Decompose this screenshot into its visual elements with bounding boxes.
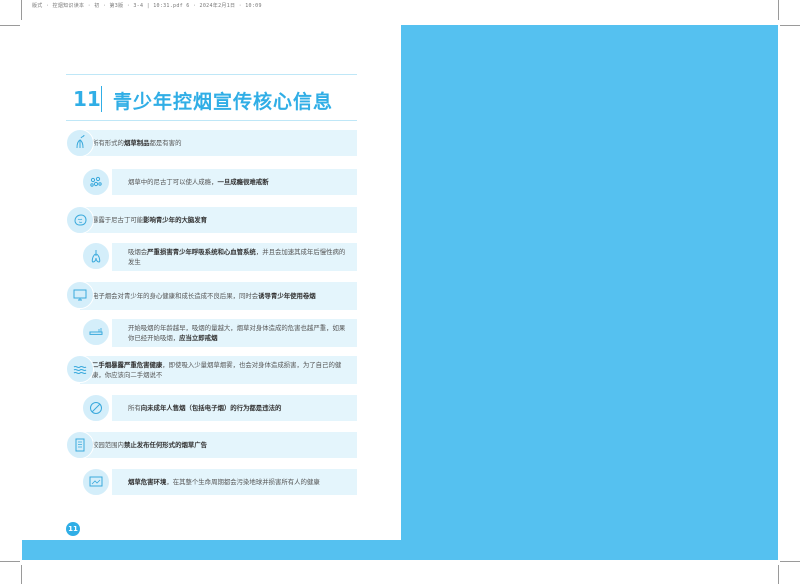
smoke-waves-icon (66, 355, 94, 383)
crop-mark (0, 25, 20, 26)
info-text: 电子烟会对青少年的身心健康和成长造成不良后果，同时会诱导青少年使用卷烟 (80, 282, 357, 310)
monitor-icon (66, 281, 94, 309)
info-text-emphasis: 应当立即戒烟 (179, 334, 218, 342)
info-text-content: 校园范围内禁止发布任何形式的烟草广告 (92, 440, 207, 450)
page-title: 青少年控烟宣传核心信息 (113, 91, 334, 113)
info-text-content: 烟草中的尼古丁可以使人成瘾，一旦成瘾很难戒断 (128, 177, 269, 187)
crop-mark (780, 561, 800, 562)
info-text-content: 电子烟会对青少年的身心健康和成长造成不良后果，同时会诱导青少年使用卷烟 (92, 291, 316, 301)
info-text-emphasis: 影响青少年的大脑发育 (143, 216, 208, 224)
info-text-emphasis: 严重损害青少年呼吸系统和心血管系统 (147, 248, 256, 256)
crop-mark (21, 0, 22, 20)
crop-mark (778, 565, 779, 584)
info-text-emphasis: 二手烟暴露严重危害健康 (92, 361, 163, 369)
title-top-rule (66, 74, 357, 75)
section-number: 11 (73, 87, 101, 111)
info-text-content: 开始吸烟的年龄越早，吸烟的量越大，烟草对身体造成的危害也越严重，如果你已经开始吸… (128, 323, 349, 343)
molecule-icon (82, 168, 110, 196)
info-text: 所有向未成年人售烟（包括电子烟）的行为都是违法的 (112, 395, 357, 421)
info-text-regular: 校园范围内 (92, 441, 124, 449)
info-text-content: 吸烟会严重损害青少年呼吸系统和心血管系统，并且会加速其成年后慢性病的发生 (128, 247, 349, 267)
no-sale-icon (82, 394, 110, 422)
title-bottom-rule (66, 120, 357, 121)
info-text-emphasis: 诱导青少年使用卷烟 (258, 292, 316, 300)
facing-page-panel (401, 25, 778, 560)
info-text-emphasis: 一旦成瘾很难戒断 (217, 178, 269, 186)
info-text: 吸烟会严重损害青少年呼吸系统和心血管系统，并且会加速其成年后慢性病的发生 (112, 243, 357, 271)
info-text: 所有形式的烟草制品都是有害的 (80, 130, 357, 156)
info-text-emphasis: 禁止发布任何形式的烟草广告 (123, 441, 208, 449)
info-text: 二手烟暴露严重危害健康，即使吸入少量烟草烟雾，也会对身体造成损害，为了自己的健康… (80, 356, 357, 384)
page-bottom-band (22, 540, 401, 560)
info-text: 暴露于尼古丁可能影响青少年的大脑发育 (80, 207, 357, 233)
info-text-regular: 所有形式的 (92, 139, 124, 147)
crop-mark (21, 565, 22, 584)
info-text-regular: 电子烟会对青少年的身心健康和成长造成不良后果，同时会 (92, 292, 259, 300)
info-text-emphasis: 烟草制品 (123, 139, 150, 147)
file-info-header: 版式 · 控烟知识读本 · 初 · 第3版 · 3-4 | 10:31.pdf … (32, 3, 262, 9)
info-text-emphasis: 烟草危害环境 (128, 478, 167, 486)
lungs-smoke-icon (66, 129, 94, 157)
info-text-content: 烟草危害环境，在其整个生命周期都会污染地球并损害所有人的健康 (128, 477, 320, 487)
info-text-content: 所有向未成年人售烟（包括电子烟）的行为都是违法的 (128, 403, 281, 413)
info-text-content: 暴露于尼古丁可能影响青少年的大脑发育 (92, 215, 207, 225)
info-text-regular: 烟草中的尼古丁可以使人成瘾， (128, 178, 218, 186)
info-text: 校园范围内禁止发布任何形式的烟草广告 (80, 432, 357, 458)
page-number: 11 (66, 522, 80, 536)
info-text-content: 二手烟暴露严重危害健康，即使吸入少量烟草烟雾，也会对身体造成损害，为了自己的健康… (92, 360, 349, 380)
crop-mark (0, 561, 20, 562)
document-icon (66, 431, 94, 459)
info-text-content: 所有形式的烟草制品都是有害的 (92, 138, 181, 148)
info-text-regular: 暴露于尼古丁可能 (92, 216, 144, 224)
crop-mark (778, 0, 779, 20)
info-text-regular: 都是有害的 (149, 139, 182, 147)
info-text: 烟草中的尼古丁可以使人成瘾，一旦成瘾很难戒断 (112, 169, 357, 195)
cigarette-icon (82, 318, 110, 346)
crop-mark (780, 25, 800, 26)
info-text-regular: 所有 (128, 404, 141, 412)
title-separator (101, 86, 102, 112)
info-text-emphasis: 向未成年人售烟（包括电子烟）的行为都是违法的 (140, 404, 282, 412)
lungs-icon (82, 242, 110, 270)
info-text-regular: 开始吸烟的年龄越早，吸烟的量越大，烟草对身体造成的危害也越严重，如果你已经开始吸… (128, 324, 346, 342)
info-text: 烟草危害环境，在其整个生命周期都会污染地球并损害所有人的健康 (112, 469, 357, 495)
brain-icon (66, 206, 94, 234)
environment-icon (82, 468, 110, 496)
info-text-regular: 吸烟会 (128, 248, 148, 256)
info-text: 开始吸烟的年龄越早，吸烟的量越大，烟草对身体造成的危害也越严重，如果你已经开始吸… (112, 319, 357, 347)
info-text-regular: ，在其整个生命周期都会污染地球并损害所有人的健康 (166, 478, 320, 486)
